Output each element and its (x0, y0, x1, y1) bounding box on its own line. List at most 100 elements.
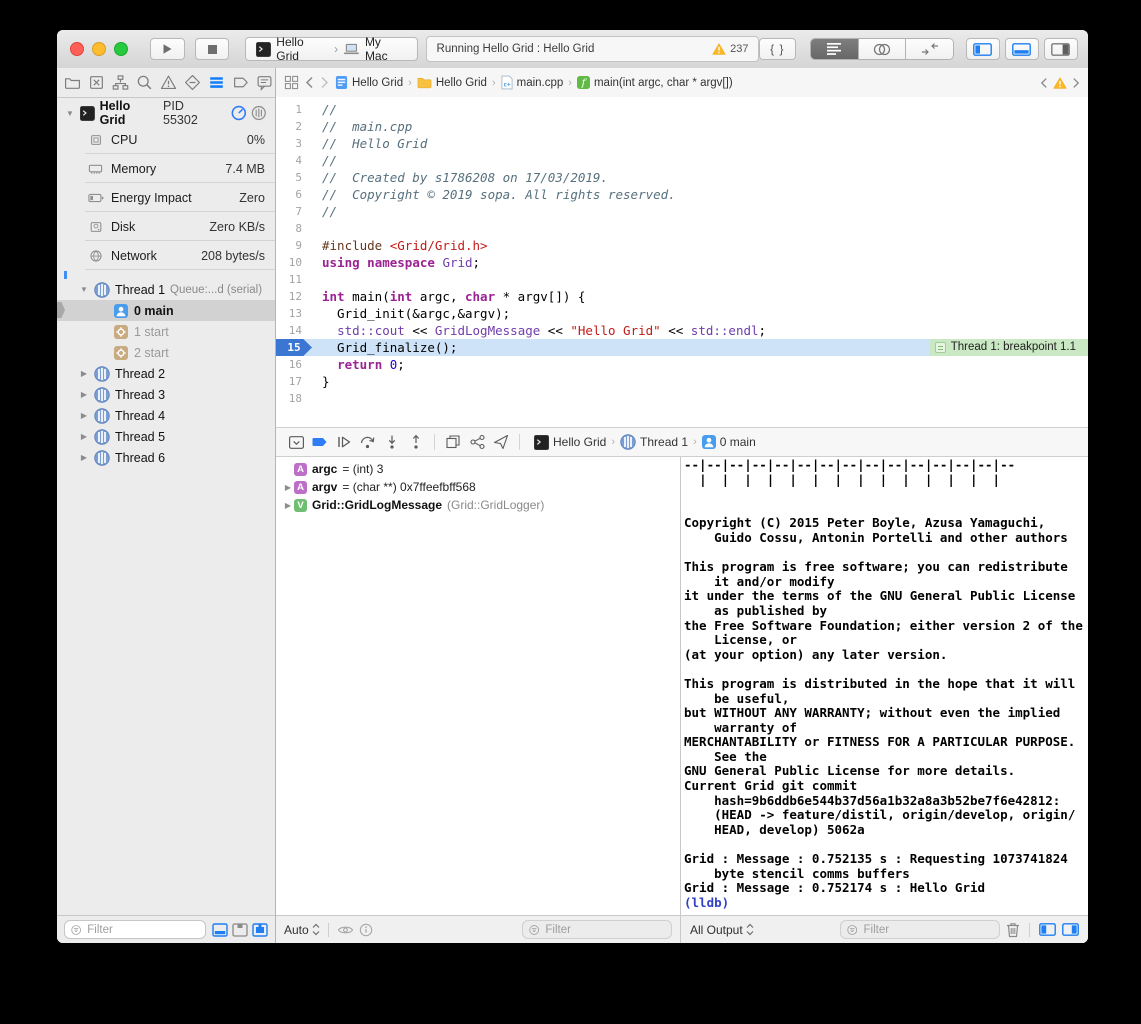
line-number[interactable]: 8 (276, 220, 312, 237)
navigator-filter-input[interactable] (85, 923, 199, 937)
line-number[interactable]: 13 (276, 305, 312, 322)
breadcrumb-item[interactable]: Hello Grid (335, 75, 403, 90)
stop-button[interactable] (195, 38, 230, 60)
disclosure-triangle[interactable]: ▶ (79, 369, 89, 378)
console-filter-input[interactable] (861, 923, 993, 937)
toggle-console-view-button[interactable] (1062, 923, 1079, 936)
code-line-13[interactable]: 13 Grid_init(&argc,&argv); (276, 305, 1088, 322)
gauge-row-energy[interactable]: Energy Impact Zero (57, 183, 275, 212)
debug-breadcrumb-item[interactable]: Thread 1 (620, 434, 688, 450)
thread-row[interactable]: ▶ Thread 5 (57, 426, 275, 447)
disclosure-triangle[interactable]: ▶ (79, 411, 89, 420)
code-line-9[interactable]: 9#include <Grid/Grid.h> (276, 237, 1088, 254)
close-window-button[interactable] (70, 42, 84, 56)
line-number[interactable]: 5 (276, 169, 312, 186)
minimize-window-button[interactable] (92, 42, 106, 56)
scheme-selector[interactable]: Hello Grid › My Mac (245, 37, 417, 61)
line-number[interactable]: 7 (276, 203, 312, 220)
code-line-17[interactable]: 17} (276, 373, 1088, 390)
quicklook-eye-icon[interactable] (337, 924, 354, 936)
lldb-prompt[interactable]: (lldb) (684, 895, 737, 910)
zoom-window-button[interactable] (114, 42, 128, 56)
breadcrumb-item[interactable]: Hello Grid (417, 76, 487, 89)
disclosure-triangle[interactable]: ▶ (79, 390, 89, 399)
breadcrumb-item[interactable]: c+main.cpp (501, 75, 564, 90)
navigator-filter-field[interactable] (64, 920, 206, 939)
line-number[interactable]: 17 (276, 373, 312, 390)
line-number[interactable]: 10 (276, 254, 312, 271)
continue-button[interactable] (332, 430, 356, 454)
code-line-2[interactable]: 2// main.cpp (276, 118, 1088, 135)
breakpoint-annotation[interactable]: Thread 1: breakpoint 1.1 (930, 339, 1088, 356)
console-scope-dropdown[interactable]: All Output (690, 923, 754, 937)
test-navigator-icon[interactable] (184, 74, 201, 91)
code-line-1[interactable]: 1// (276, 101, 1088, 118)
source-control-navigator-icon[interactable] (88, 74, 105, 91)
symbol-navigator-icon[interactable] (112, 74, 129, 91)
thread-row[interactable]: ▶ Thread 6 (57, 447, 275, 468)
disclosure-triangle[interactable]: ▶ (79, 453, 89, 462)
line-number[interactable]: 14 (276, 322, 312, 339)
thread-row[interactable]: ▶ Thread 4 (57, 405, 275, 426)
code-line-8[interactable]: 8 (276, 220, 1088, 237)
code-line-14[interactable]: 14 std::cout << GridLogMessage << "Hello… (276, 322, 1088, 339)
toggle-navigator-button[interactable] (966, 38, 1000, 60)
toggle-variables-view-button[interactable] (1039, 923, 1056, 936)
step-out-button[interactable] (404, 430, 428, 454)
toggle-inspector-button[interactable] (1044, 38, 1078, 60)
stack-frame-row[interactable]: 1 start (57, 321, 275, 342)
variable-row[interactable]: ▶ A argv = (char **) 0x7ffeefbff568 (276, 478, 680, 496)
breakpoint-navigator-icon[interactable] (232, 74, 249, 91)
library-button[interactable]: { } (759, 38, 797, 60)
code-line-12[interactable]: 12int main(int argc, char * argv[]) { (276, 288, 1088, 305)
code-line-18[interactable]: 18 (276, 390, 1088, 407)
gauge-row-memory[interactable]: Memory 7.4 MB (57, 154, 275, 183)
code-line-10[interactable]: 10using namespace Grid; (276, 254, 1088, 271)
hide-debug-area-button[interactable] (284, 430, 308, 454)
line-number[interactable]: 1 (276, 101, 312, 118)
debug-memory-graph-button[interactable] (465, 430, 489, 454)
disclosure-triangle[interactable]: ▶ (282, 483, 294, 492)
step-into-button[interactable] (380, 430, 404, 454)
source-editor[interactable]: 1//2// main.cpp3// Hello Grid4//5// Crea… (276, 97, 1088, 431)
line-number[interactable]: 3 (276, 135, 312, 152)
line-number[interactable]: 16 (276, 356, 312, 373)
standard-editor-button[interactable] (811, 39, 859, 59)
gauge-row-cpu[interactable]: CPU 0% (57, 125, 275, 154)
variables-scope-dropdown[interactable]: Auto (284, 923, 320, 937)
stack-frame-row[interactable]: 2 start (57, 342, 275, 363)
thread-row[interactable]: ▶ Thread 2 (57, 363, 275, 384)
debug-breadcrumb-item[interactable]: Hello Grid (534, 435, 606, 450)
line-number[interactable]: 2 (276, 118, 312, 135)
console-filter-field[interactable] (840, 920, 1000, 939)
filter-running-blocks-button[interactable] (212, 923, 228, 937)
line-number[interactable]: 4 (276, 152, 312, 169)
disclosure-triangle[interactable]: ▶ (79, 432, 89, 441)
go-forward-icon[interactable] (320, 76, 329, 89)
toggle-debug-area-button[interactable] (1005, 38, 1039, 60)
assistant-editor-button[interactable] (859, 39, 907, 59)
gauges-icon[interactable] (231, 105, 247, 121)
code-line-6[interactable]: 6// Copyright © 2019 sopa. All rights re… (276, 186, 1088, 203)
line-number[interactable]: 9 (276, 237, 312, 254)
variable-row[interactable]: ▶ V Grid::GridLogMessage (Grid::GridLogg… (276, 496, 680, 514)
step-over-button[interactable] (356, 430, 380, 454)
debug-breadcrumb-item[interactable]: 0 main (702, 435, 756, 449)
issue-navigator-icon[interactable] (160, 74, 177, 91)
previous-issue-icon[interactable] (1040, 77, 1048, 89)
next-issue-icon[interactable] (1072, 77, 1080, 89)
project-navigator-icon[interactable] (64, 74, 81, 91)
issue-warning-icon[interactable] (1053, 77, 1067, 89)
variables-filter-field[interactable] (522, 920, 672, 939)
debug-navigator-icon[interactable] (208, 74, 225, 91)
stack-frame-row[interactable]: 0 main (57, 300, 275, 321)
variable-row[interactable]: A argc = (int) 3 (276, 460, 680, 478)
breadcrumb-item[interactable]: fmain(int argc, char * argv[]) (577, 76, 733, 89)
version-editor-button[interactable] (906, 39, 953, 59)
related-items-icon[interactable] (284, 75, 299, 90)
code-line-11[interactable]: 11 (276, 271, 1088, 288)
code-line-15[interactable]: 15 Grid_finalize();Thread 1: breakpoint … (276, 339, 1088, 356)
memory-graph-icon[interactable] (251, 105, 267, 121)
clear-console-trash-icon[interactable] (1006, 922, 1020, 938)
disclosure-triangle[interactable]: ▶ (282, 501, 294, 510)
